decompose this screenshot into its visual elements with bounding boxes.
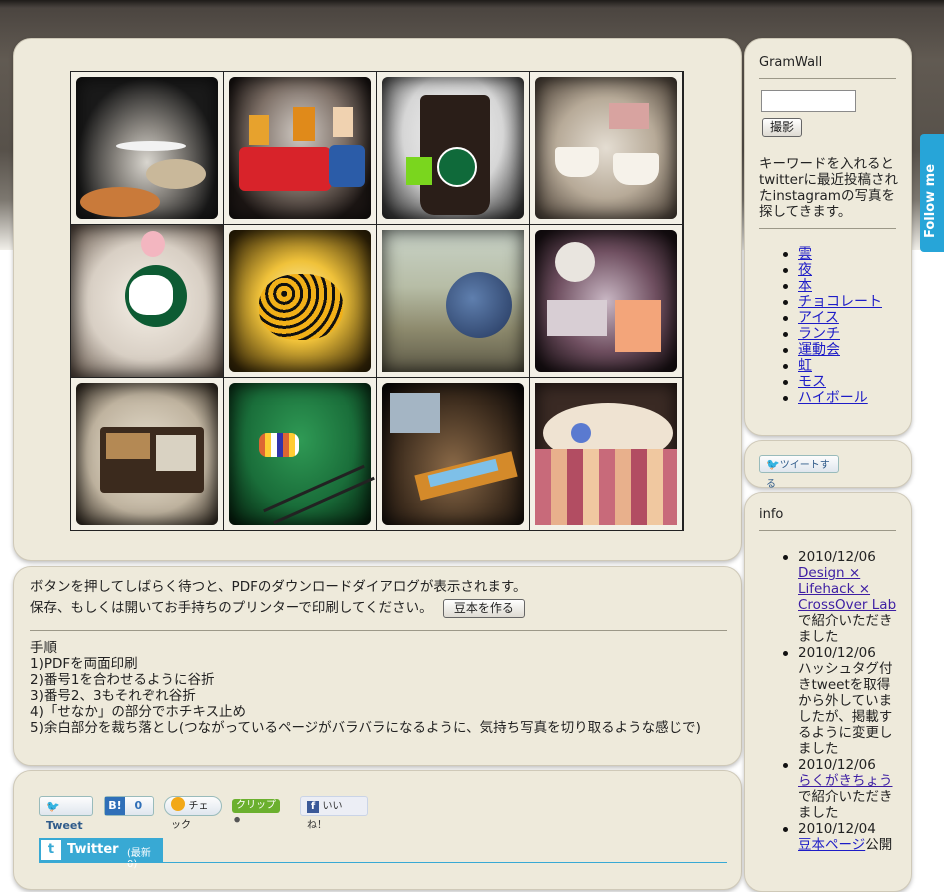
step-item: 5)余白部分を裁ち落とし(つながっているページがバラバラになるように、気持ち写真… <box>30 720 701 736</box>
tag-item[interactable]: 虹 <box>783 358 882 374</box>
photo-toy-figures[interactable] <box>229 77 371 219</box>
follow-me-tab[interactable]: Follow me <box>920 134 944 252</box>
info-list: 2010/12/06 Design × Lifehack × CrossOver… <box>783 549 900 853</box>
photo-sweets-packages[interactable] <box>535 230 677 372</box>
photo-cell[interactable] <box>71 225 223 377</box>
twitter-tab[interactable]: t Twitter (最新 0) <box>39 838 163 870</box>
steps-title: 手順 <box>30 640 57 656</box>
tag-list: 雲 夜 本 チョコレート アイス ランチ 運動会 虹 モス ハイボール <box>783 246 882 406</box>
sidebar-description: キーワードを入れるとtwitterに最近投稿されたinstagramの写真を探し… <box>759 156 899 220</box>
photo-cell[interactable] <box>224 225 376 377</box>
info-item: 2010/12/06 Design × Lifehack × CrossOver… <box>783 549 900 645</box>
photo-cell[interactable] <box>530 225 682 377</box>
info-link[interactable]: らくがきちょう <box>798 773 893 789</box>
divider <box>30 630 727 631</box>
photo-starbucks-cup[interactable] <box>382 77 524 219</box>
tag-item[interactable]: モス <box>783 374 882 390</box>
info-item: 2010/12/04 豆本ページ公開 <box>783 821 900 853</box>
divider <box>759 530 896 531</box>
make-book-button[interactable]: 豆本を作る <box>442 599 525 618</box>
facebook-f-icon: f <box>307 801 319 813</box>
hatena-b-icon: B! <box>105 797 125 815</box>
evernote-clip-button[interactable]: クリップ ⚫ <box>232 797 290 827</box>
step-item: 2)番号1を合わせるように谷折 <box>30 672 215 688</box>
divider <box>759 228 896 229</box>
photo-cell[interactable] <box>224 378 376 530</box>
shoot-button[interactable]: 撮影 <box>762 118 803 137</box>
twitter-bird-icon: 🐦 <box>766 458 780 471</box>
check-badge-icon <box>171 797 185 811</box>
tag-item[interactable]: 雲 <box>783 246 882 262</box>
info-title: info <box>759 507 784 522</box>
evernote-elephant-icon: ⚫ <box>232 813 243 827</box>
photo-cell[interactable] <box>377 225 529 377</box>
social-panel <box>13 770 742 890</box>
photo-polka-dot-pumpkin[interactable] <box>229 230 371 372</box>
twitter-logo-icon: t <box>41 840 61 860</box>
tag-item[interactable]: 本 <box>783 278 882 294</box>
photo-pixelated-plate[interactable] <box>535 383 677 525</box>
print-text-line2: 保存、もしくは開いてお手持ちのプリンターで印刷してください。 <box>30 600 433 616</box>
photo-grid <box>70 71 684 531</box>
photo-starbucks-latte-strap[interactable] <box>71 225 223 377</box>
photo-cell[interactable] <box>377 72 529 224</box>
tweet-button[interactable]: 🐦Tweet <box>39 796 93 832</box>
info-link[interactable]: 豆本ページ <box>798 837 865 853</box>
hatena-count: 0 <box>134 799 143 812</box>
sidebar-tweet-button[interactable]: 🐦ツイートする <box>759 455 839 490</box>
info-link[interactable]: Design × Lifehack × CrossOver Lab <box>798 565 896 613</box>
steps-section: 手順 1)PDFを両面印刷 2)番号1を合わせるように谷折 3)番号2、3もそれ… <box>30 640 730 736</box>
follow-me-label: Follow me <box>923 163 938 238</box>
photo-cell[interactable] <box>377 378 529 530</box>
step-item: 1)PDFを両面印刷 <box>30 656 138 672</box>
print-instructions: ボタンを押してしばらく待つと、PDFのダウンロードダイアログが表示されます。 保… <box>30 579 730 618</box>
facebook-like-button[interactable]: f いいね！ <box>300 796 368 831</box>
divider <box>759 78 896 79</box>
photo-cell[interactable] <box>71 378 223 530</box>
hatena-bookmark-button[interactable]: B! 0 <box>104 796 154 816</box>
print-text-line1: ボタンを押してしばらく待つと、PDFのダウンロードダイアログが表示されます。 <box>30 579 527 595</box>
tag-item[interactable]: アイス <box>783 310 882 326</box>
photo-cell[interactable] <box>530 72 682 224</box>
twitter-underline <box>39 862 727 863</box>
info-item: 2010/12/06 ハッシュタグ付きtweetを取得から外していましたが、掲載… <box>783 645 900 757</box>
twitter-bird-icon: 🐦 <box>46 800 60 813</box>
step-item: 3)番号2、3もそれぞれ谷折 <box>30 688 196 704</box>
tag-item[interactable]: ハイボール <box>783 390 882 406</box>
photo-cell[interactable] <box>530 378 682 530</box>
sidebar-title: GramWall <box>759 55 823 70</box>
photo-park-globe[interactable] <box>382 230 524 372</box>
photo-cell[interactable] <box>224 72 376 224</box>
photo-coffee-cups[interactable] <box>535 77 677 219</box>
tag-item[interactable]: 運動会 <box>783 342 882 358</box>
info-item: 2010/12/06 らくがきちょうで紹介いただきました <box>783 757 900 821</box>
photo-restaurant-table[interactable] <box>76 77 218 219</box>
check-button[interactable]: チェック <box>164 796 222 831</box>
tag-item[interactable]: 夜 <box>783 262 882 278</box>
photo-cell[interactable] <box>71 72 223 224</box>
photo-night-dashboard[interactable] <box>382 383 524 525</box>
tag-item[interactable]: ランチ <box>783 326 882 342</box>
tag-item[interactable]: チョコレート <box>783 294 882 310</box>
search-input[interactable] <box>761 90 856 112</box>
photo-billiards-table[interactable] <box>229 383 375 525</box>
step-item: 4)「せなか」の部分でホチキス止め <box>30 704 246 720</box>
photo-bento-box[interactable] <box>76 383 218 525</box>
